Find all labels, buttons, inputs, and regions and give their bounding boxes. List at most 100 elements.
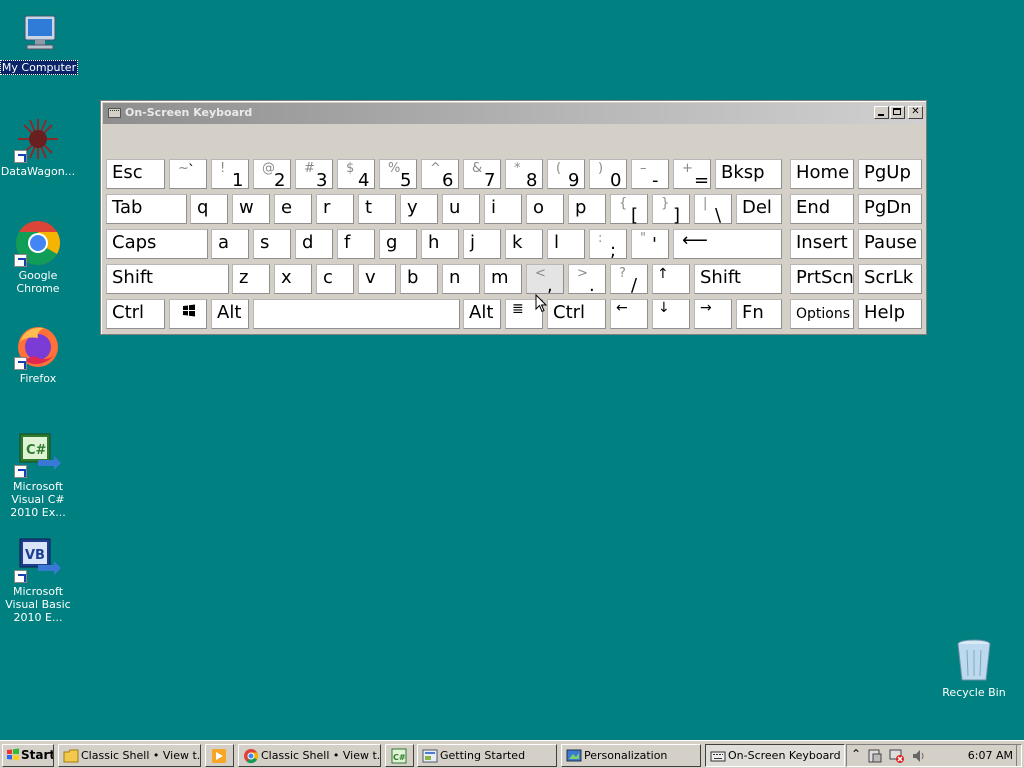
show-desktop-button[interactable] xyxy=(1016,745,1021,766)
key-w[interactable]: w xyxy=(232,194,270,224)
taskbar-button-visual-csharp[interactable]: C# xyxy=(385,744,414,767)
key-scrlk[interactable]: ScrLk xyxy=(858,264,922,294)
key-shift-right[interactable]: Shift xyxy=(694,264,782,294)
key-5[interactable]: % 5 xyxy=(379,159,417,191)
key-end[interactable]: End xyxy=(790,194,854,224)
key-caps[interactable]: Caps xyxy=(106,229,208,259)
key-e[interactable]: e xyxy=(274,194,312,224)
taskbar-button-classic-shell-explorer[interactable]: Classic Shell • View t... xyxy=(58,744,201,767)
key-space[interactable] xyxy=(253,299,460,329)
show-hidden-icons-icon[interactable]: ⌃ xyxy=(851,747,861,761)
taskbar-button-on-screen-keyboard[interactable]: On-Screen Keyboard xyxy=(705,744,845,767)
key-z[interactable]: z xyxy=(232,264,270,294)
key-alt-left[interactable]: Alt xyxy=(211,299,249,329)
key-ctrl-right[interactable]: Ctrl xyxy=(547,299,606,329)
key-3[interactable]: #3 xyxy=(295,159,333,191)
key-c[interactable]: c xyxy=(316,264,354,294)
close-button[interactable]: ✕ xyxy=(908,106,923,119)
network-icon[interactable] xyxy=(889,748,905,764)
key-x[interactable]: x xyxy=(274,264,312,294)
key-insert[interactable]: Insert xyxy=(790,229,854,259)
key-right-bracket[interactable]: }] xyxy=(652,194,690,226)
key-left-bracket[interactable]: {[ xyxy=(610,194,648,226)
options-button[interactable]: Options xyxy=(790,299,854,329)
key-fn[interactable]: Fn xyxy=(736,299,782,329)
minimize-button[interactable] xyxy=(874,106,889,119)
key-g[interactable]: g xyxy=(379,229,417,259)
key-j[interactable]: j xyxy=(463,229,501,259)
key-esc[interactable]: Esc xyxy=(106,159,165,189)
taskbar-button-classic-shell-chrome[interactable]: Classic Shell • View t... xyxy=(238,744,381,767)
maximize-button[interactable] xyxy=(890,106,905,119)
title-bar[interactable]: On-Screen Keyboard ✕ xyxy=(103,103,924,124)
key-t[interactable]: t xyxy=(358,194,396,224)
key-n[interactable]: n xyxy=(442,264,480,294)
key-prtscn[interactable]: PrtScn xyxy=(790,264,854,294)
key-o[interactable]: o xyxy=(526,194,564,224)
key-pgup[interactable]: PgUp xyxy=(858,159,922,189)
key-i[interactable]: i xyxy=(484,194,522,224)
key-windows[interactable] xyxy=(169,299,207,329)
taskbar-button-getting-started[interactable]: Getting Started xyxy=(417,744,557,767)
key-backslash[interactable]: | \ xyxy=(694,194,732,226)
key-slash[interactable]: ? / xyxy=(610,264,648,296)
key-0[interactable]: ) 0 xyxy=(589,159,627,191)
key-1[interactable]: ! 1 xyxy=(211,159,249,191)
key-equals[interactable]: + = xyxy=(673,159,711,191)
key-delete[interactable]: Del xyxy=(736,194,782,224)
key-s[interactable]: s xyxy=(253,229,291,259)
taskbar-button-personalization[interactable]: Personalization xyxy=(561,744,701,767)
key-enter[interactable]: ⟵ xyxy=(673,229,782,259)
clock[interactable]: 6:07 AM xyxy=(968,749,1013,762)
key-8[interactable]: * 8 xyxy=(505,159,543,191)
key-down-arrow[interactable]: ↓ xyxy=(652,299,690,329)
key-d[interactable]: d xyxy=(295,229,333,259)
key-alt-right[interactable]: Alt xyxy=(463,299,501,329)
key-semicolon[interactable]: :; xyxy=(589,229,627,261)
key-pause[interactable]: Pause xyxy=(858,229,922,259)
key-2[interactable]: @2 xyxy=(253,159,291,191)
key-backtick[interactable]: ~ ` xyxy=(169,159,207,189)
key-v[interactable]: v xyxy=(358,264,396,294)
key-p[interactable]: p xyxy=(568,194,606,224)
key-b[interactable]: b xyxy=(400,264,438,294)
desktop-icon-my-computer[interactable]: My Computer xyxy=(0,10,79,75)
key-tab[interactable]: Tab xyxy=(106,194,187,224)
desktop-icon-datawagon[interactable]: DataWagon... xyxy=(0,115,78,178)
key-9[interactable]: (9 xyxy=(547,159,585,191)
key-quote[interactable]: " ' xyxy=(631,229,669,259)
key-comma[interactable]: <, xyxy=(526,264,564,296)
key-u[interactable]: u xyxy=(442,194,480,224)
taskbar-button-media-player[interactable] xyxy=(205,744,234,767)
key-left-arrow[interactable]: ← xyxy=(610,299,648,329)
desktop-icon-google-chrome[interactable]: Google Chrome xyxy=(0,219,78,295)
volume-icon[interactable] xyxy=(911,748,927,764)
action-center-icon[interactable] xyxy=(867,748,883,764)
key-pgdn[interactable]: PgDn xyxy=(858,194,922,224)
key-7[interactable]: & 7 xyxy=(463,159,501,191)
key-shift-left[interactable]: Shift xyxy=(106,264,229,294)
key-h[interactable]: h xyxy=(421,229,459,259)
key-a[interactable]: a xyxy=(211,229,249,259)
key-m[interactable]: m xyxy=(484,264,522,294)
start-button[interactable]: Start xyxy=(2,744,54,767)
desktop-icon-visual-csharp[interactable]: C# Microsoft Visual C# 2010 Ex... xyxy=(0,430,78,519)
key-right-arrow[interactable]: → xyxy=(694,299,732,329)
desktop-icon-visual-basic[interactable]: VB Microsoft Visual Basic 2010 E... xyxy=(0,535,78,624)
key-backspace[interactable]: Bksp xyxy=(715,159,782,189)
key-r[interactable]: r xyxy=(316,194,354,224)
key-l[interactable]: l xyxy=(547,229,585,259)
key-home[interactable]: Home xyxy=(790,159,854,189)
desktop-icon-firefox[interactable]: Firefox xyxy=(0,322,78,385)
key-minus[interactable]: – - xyxy=(631,159,669,191)
key-f[interactable]: f xyxy=(337,229,375,259)
key-ctrl-left[interactable]: Ctrl xyxy=(106,299,165,329)
key-period[interactable]: >. xyxy=(568,264,606,296)
desktop-icon-recycle-bin[interactable]: Recycle Bin xyxy=(934,636,1014,699)
key-6[interactable]: ^ 6 xyxy=(421,159,459,191)
key-q[interactable]: q xyxy=(190,194,228,224)
key-up-arrow[interactable]: ↑ xyxy=(652,264,690,294)
key-y[interactable]: y xyxy=(400,194,438,224)
key-4[interactable]: $4 xyxy=(337,159,375,191)
help-button[interactable]: Help xyxy=(858,299,922,329)
